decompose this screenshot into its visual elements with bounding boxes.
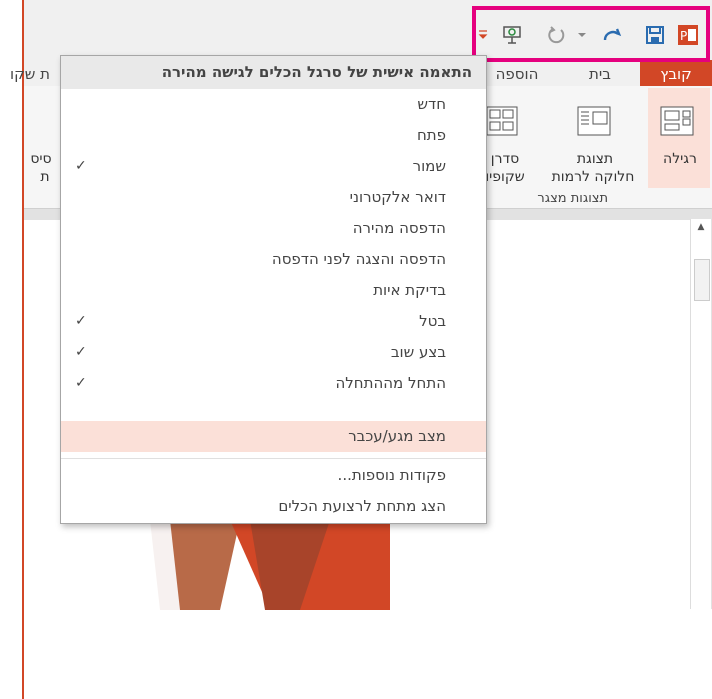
scroll-thumb[interactable] [694,259,710,301]
menu-item-save[interactable]: ✓ שמור [61,151,486,182]
check-icon: ✓ [75,344,87,360]
svg-text:P: P [680,29,687,43]
menu-separator [61,458,486,459]
menu-item-touch-mouse-mode[interactable]: מצב מגע/עכבר [61,421,486,452]
slide-thumbnail [150,520,390,610]
slide-sorter-icon[interactable] [486,106,518,140]
outline-view-icon[interactable] [577,106,611,140]
save-icon[interactable] [643,23,667,47]
menu-item-start-from-beginning[interactable]: ✓ התחל מההתחלה [61,368,486,399]
menu-item-quick-print[interactable]: הדפסה מהירה [61,213,486,244]
menu-item-label: דואר אלקטרוני [349,188,446,206]
normal-view-icon [660,106,694,140]
check-icon: ✓ [75,158,87,174]
slide-sorter-label-2: שקופיו [485,169,525,185]
tab-insert[interactable]: הוספה [487,60,547,88]
menu-item-label: הצג מתחת לרצועת הכלים [278,497,446,515]
slide-sorter-label: סדרן [490,151,520,167]
menu-item-label: הדפסה מהירה [352,219,446,237]
check-icon: ✓ [75,313,87,329]
menu-item-open[interactable]: פתח [61,120,486,151]
menu-item-print-preview[interactable]: הדפסה והצגה לפני הדפסה [61,244,486,275]
vertical-scrollbar[interactable]: ▲ [690,219,711,609]
menu-item-label: בטל [419,312,446,330]
qat-customize-dropdown-icon[interactable] [476,23,490,47]
group-label-presentation-views: תצוגות מצגר [537,191,608,206]
start-from-beginning-icon[interactable] [500,23,524,47]
partial-ribbon-label-2: ת [40,169,50,185]
scroll-up-icon[interactable]: ▲ [694,222,708,236]
undo-icon[interactable] [545,23,569,47]
menu-item-label: מצב מגע/עכבר [348,427,446,445]
menu-item-new[interactable]: חדש [61,89,486,120]
menu-item-label: התחל מההתחלה [335,374,446,392]
outline-view-label: תצוגת [576,151,614,167]
normal-view-label: רגילה [663,151,697,167]
redo-icon[interactable] [600,23,624,47]
qat-customize-menu: התאמה אישית של סרגל הכלים לגישה מהירה חד… [60,55,487,524]
menu-item-spelling[interactable]: בדיקת איות [61,275,486,306]
menu-item-undo[interactable]: ✓ בטל [61,306,486,337]
menu-item-email[interactable]: דואר אלקטרוני [61,182,486,213]
partial-ribbon-label: סיס [30,151,52,167]
menu-item-label: שמור [412,157,446,175]
tab-file[interactable]: קובץ [640,60,712,88]
menu-title: התאמה אישית של סרגל הכלים לגישה מהירה [61,56,486,89]
menu-item-label: בצע שוב [390,343,446,361]
check-icon: ✓ [75,375,87,391]
menu-item-label: פקודות נוספות... [337,466,446,484]
tab-partial[interactable]: ת שקו [0,60,60,88]
menu-item-redo[interactable]: ✓ בצע שוב [61,337,486,368]
menu-item-show-below-ribbon[interactable]: הצג מתחת לרצועת הכלים [61,491,486,522]
outline-view-label-2: חלוקה לרמות [551,169,635,185]
menu-item-label: בדיקת איות [373,281,446,299]
menu-item-label: הדפסה והצגה לפני הדפסה [271,250,446,268]
tab-home[interactable]: בית [575,60,625,88]
powerpoint-icon: P [676,23,700,47]
menu-item-label: חדש [417,95,446,113]
menu-item-label: פתח [416,126,446,144]
undo-dropdown-icon[interactable] [575,23,589,47]
menu-item-more-commands[interactable]: פקודות נוספות... [61,460,486,491]
